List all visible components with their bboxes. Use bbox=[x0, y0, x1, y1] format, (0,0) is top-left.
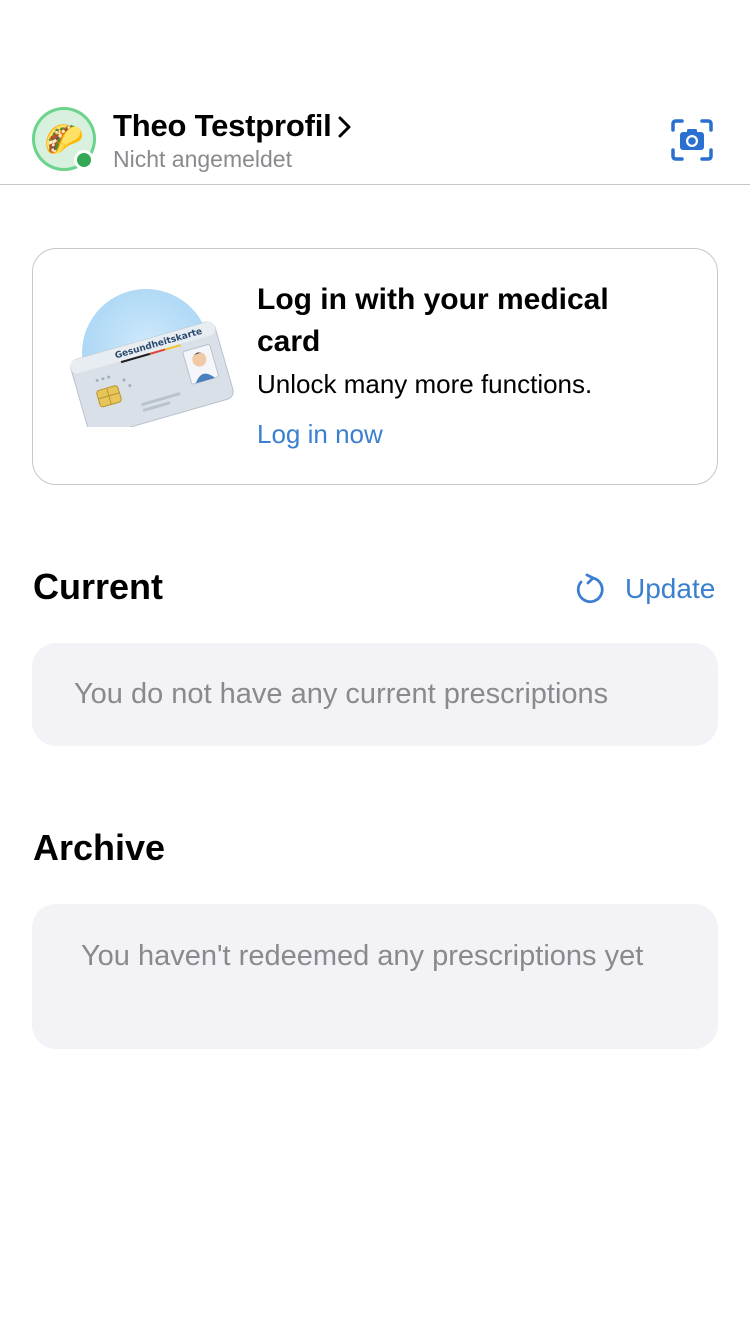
refresh-icon bbox=[576, 573, 604, 604]
health-card-illustration: Gesundheitskarte bbox=[70, 289, 234, 427]
login-card[interactable]: Gesundheitskarte Log in with your medica… bbox=[32, 248, 718, 485]
archive-empty-state: You haven't redeemed any prescriptions y… bbox=[32, 904, 718, 1049]
archive-section-title: Archive bbox=[33, 827, 166, 868]
taco-avatar-icon: 🌮 bbox=[44, 120, 84, 158]
current-empty-message: You do not have any current prescription… bbox=[74, 678, 609, 710]
login-now-link[interactable]: Log in now bbox=[257, 419, 383, 450]
profile-name[interactable]: Theo Testprofil bbox=[113, 108, 332, 144]
login-card-subtitle: Unlock many more functions. bbox=[257, 369, 593, 399]
archive-empty-message: You haven't redeemed any prescriptions y… bbox=[81, 940, 644, 972]
current-section-title: Current bbox=[33, 566, 164, 607]
chevron-right-icon[interactable] bbox=[336, 115, 352, 139]
update-button[interactable]: Update bbox=[573, 569, 715, 609]
profile-header: 🌮 Theo Testprofil Nicht angemeldet bbox=[0, 100, 750, 185]
online-status-icon bbox=[74, 150, 94, 170]
login-status-text: Nicht angemeldet bbox=[113, 146, 292, 172]
login-card-title: Log in with your medical card bbox=[257, 283, 609, 358]
current-empty-state: You do not have any current prescription… bbox=[32, 643, 718, 746]
update-label: Update bbox=[625, 573, 716, 604]
scan-camera-icon[interactable] bbox=[670, 118, 714, 162]
